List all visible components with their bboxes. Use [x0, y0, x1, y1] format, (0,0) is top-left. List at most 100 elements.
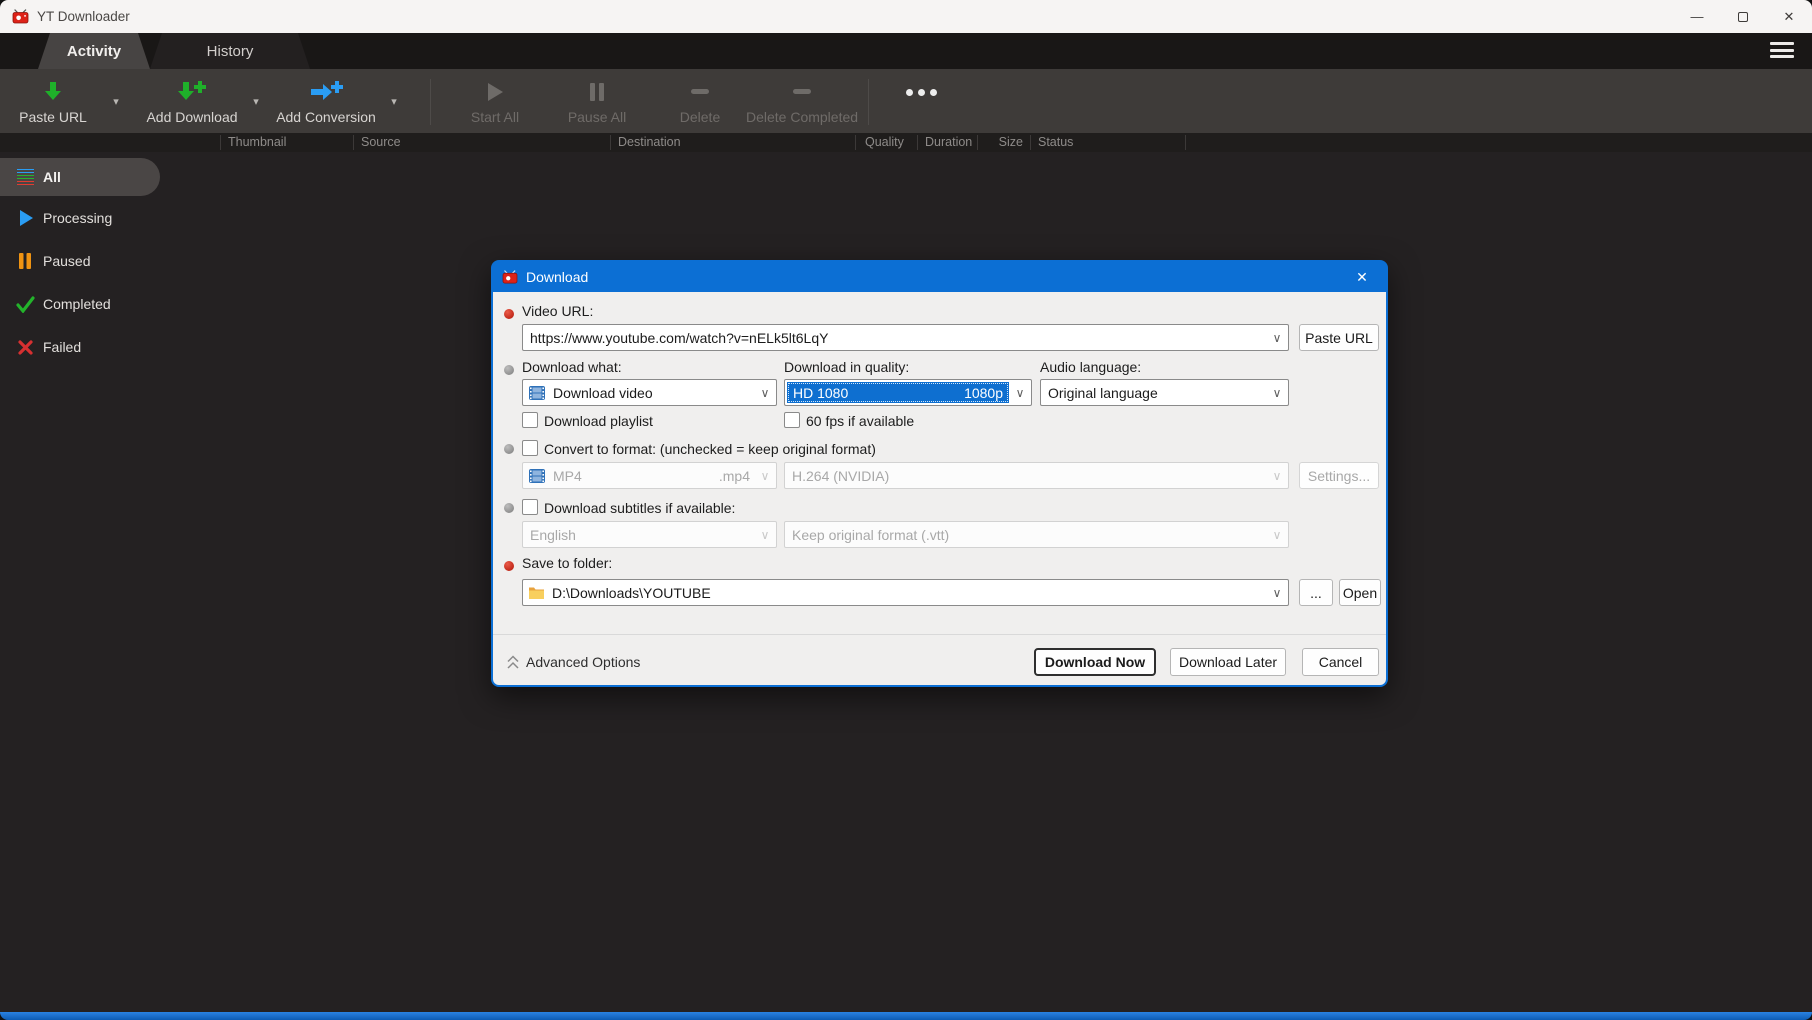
- download-now-button[interactable]: Download Now: [1034, 648, 1156, 676]
- column-source[interactable]: Source: [361, 135, 401, 149]
- subtitle-language-value: English: [523, 527, 754, 543]
- audio-language-combo[interactable]: Original language ∨: [1040, 379, 1289, 406]
- menu-hamburger-icon[interactable]: [1770, 42, 1794, 58]
- delete-completed-icon: [744, 76, 860, 108]
- chevron-down-icon[interactable]: ∨: [1266, 386, 1288, 400]
- open-button[interactable]: Open: [1339, 579, 1381, 606]
- quality-badge: 1080p: [964, 385, 1003, 401]
- browse-label: ...: [1310, 585, 1322, 601]
- subtitle-language-combo[interactable]: English ∨: [522, 521, 777, 548]
- sidebar-item-label: Processing: [43, 210, 112, 226]
- codec-combo[interactable]: H.264 (NVIDIA) ∨: [784, 462, 1289, 489]
- column-quality[interactable]: Quality: [865, 135, 904, 149]
- chevron-down-icon[interactable]: ∨: [1009, 386, 1031, 400]
- minimize-button[interactable]: —: [1674, 0, 1720, 33]
- subtitles-checkbox[interactable]: [522, 499, 538, 515]
- sidebar-item-failed[interactable]: Failed: [0, 328, 160, 366]
- minimize-icon: —: [1691, 9, 1704, 24]
- paste-url-dropdown-icon[interactable]: ▾: [106, 95, 126, 108]
- column-divider: [1030, 135, 1031, 150]
- chevron-down-icon[interactable]: ∨: [754, 528, 776, 542]
- add-conversion-button[interactable]: Add Conversion: [270, 76, 382, 128]
- sidebar-item-completed[interactable]: Completed: [0, 285, 160, 323]
- pause-all-icon: [552, 76, 642, 108]
- chevron-down-icon[interactable]: ∨: [754, 386, 776, 400]
- processing-play-icon: [13, 209, 37, 227]
- save-folder-combo[interactable]: D:\Downloads\YOUTUBE ∨: [522, 579, 1289, 606]
- pause-all-button[interactable]: Pause All: [552, 76, 642, 128]
- column-duration[interactable]: Duration: [925, 135, 972, 149]
- column-size[interactable]: Size: [985, 135, 1023, 149]
- tab-activity[interactable]: Activity: [38, 33, 150, 69]
- video-url-combo[interactable]: https://www.youtube.com/watch?v=nELk5lt6…: [522, 324, 1289, 351]
- start-all-button[interactable]: Start All: [450, 76, 540, 128]
- section-dot-icon: [504, 503, 514, 513]
- fps-checkbox[interactable]: [784, 412, 800, 428]
- tab-activity-label: Activity: [67, 43, 121, 60]
- add-download-dropdown-icon[interactable]: ▾: [246, 95, 266, 108]
- close-icon: ✕: [1784, 9, 1795, 25]
- convert-checkbox[interactable]: [522, 440, 538, 456]
- download-later-label: Download Later: [1179, 654, 1277, 670]
- delete-button[interactable]: Delete: [656, 76, 744, 128]
- download-dialog: Download ✕ Video URL: https://www.youtub…: [491, 260, 1388, 687]
- download-later-button[interactable]: Download Later: [1170, 648, 1286, 676]
- quality-combo[interactable]: HD 1080 1080p ∨: [784, 379, 1032, 406]
- advanced-options-chevrons-icon: [506, 654, 520, 675]
- title-bar: YT Downloader — ✕: [0, 0, 1812, 33]
- section-dot-icon: [504, 444, 514, 454]
- settings-button[interactable]: Settings...: [1299, 462, 1379, 489]
- download-what-value: Download video: [546, 385, 754, 401]
- sidebar-item-paused[interactable]: Paused: [0, 242, 160, 280]
- tab-history[interactable]: History: [150, 33, 310, 69]
- download-playlist-checkbox[interactable]: [522, 412, 538, 428]
- column-divider: [977, 135, 978, 150]
- sidebar-item-all[interactable]: All: [0, 158, 160, 196]
- close-icon: ✕: [1356, 269, 1368, 286]
- cancel-button[interactable]: Cancel: [1302, 648, 1379, 676]
- video-url-value: https://www.youtube.com/watch?v=nELk5lt6…: [523, 330, 1266, 346]
- column-divider: [855, 135, 856, 150]
- chevron-down-icon[interactable]: ∨: [754, 469, 776, 483]
- chevron-down-icon[interactable]: ∨: [1266, 586, 1288, 600]
- add-download-icon: [138, 76, 246, 108]
- codec-value: H.264 (NVIDIA): [785, 468, 1266, 484]
- column-destination[interactable]: Destination: [618, 135, 681, 149]
- toolbar-divider: [868, 79, 869, 125]
- add-download-label: Add Download: [138, 109, 246, 125]
- start-all-icon: [450, 76, 540, 108]
- completed-check-icon: [13, 296, 37, 313]
- paste-url-button[interactable]: Paste URL: [8, 76, 98, 128]
- dialog-footer-divider: [493, 634, 1386, 635]
- chevron-down-icon[interactable]: ∨: [1266, 528, 1288, 542]
- add-conversion-dropdown-icon[interactable]: ▾: [384, 95, 404, 108]
- download-what-combo[interactable]: Download video ∨: [522, 379, 777, 406]
- add-download-button[interactable]: Add Download: [138, 76, 246, 128]
- toolbar-divider: [430, 79, 431, 125]
- dialog-close-button[interactable]: ✕: [1351, 266, 1373, 288]
- more-button[interactable]: [886, 76, 956, 128]
- audio-language-value: Original language: [1041, 385, 1266, 401]
- paste-url-dialog-button[interactable]: Paste URL: [1299, 324, 1379, 351]
- app-tv-icon: [12, 9, 29, 24]
- delete-completed-button[interactable]: Delete Completed: [744, 76, 860, 128]
- column-status[interactable]: Status: [1038, 135, 1073, 149]
- close-button[interactable]: ✕: [1766, 0, 1812, 33]
- chevron-down-icon[interactable]: ∨: [1266, 469, 1288, 483]
- quality-value: HD 1080: [793, 385, 848, 401]
- sidebar-item-label: All: [43, 169, 61, 185]
- column-thumbnail[interactable]: Thumbnail: [228, 135, 286, 149]
- format-combo[interactable]: MP4 .mp4 ∨: [522, 462, 777, 489]
- cancel-label: Cancel: [1319, 654, 1363, 670]
- advanced-options-toggle[interactable]: Advanced Options: [526, 654, 640, 670]
- fps-label: 60 fps if available: [806, 413, 914, 429]
- browse-button[interactable]: ...: [1299, 579, 1333, 606]
- download-what-label: Download what:: [522, 359, 622, 375]
- quality-label: Download in quality:: [784, 359, 909, 375]
- maximize-button[interactable]: [1720, 0, 1766, 33]
- paste-url-icon: [8, 76, 98, 108]
- subtitle-format-combo[interactable]: Keep original format (.vtt) ∨: [784, 521, 1289, 548]
- sidebar-item-processing[interactable]: Processing: [0, 199, 160, 237]
- settings-label: Settings...: [1308, 468, 1370, 484]
- chevron-down-icon[interactable]: ∨: [1266, 331, 1288, 345]
